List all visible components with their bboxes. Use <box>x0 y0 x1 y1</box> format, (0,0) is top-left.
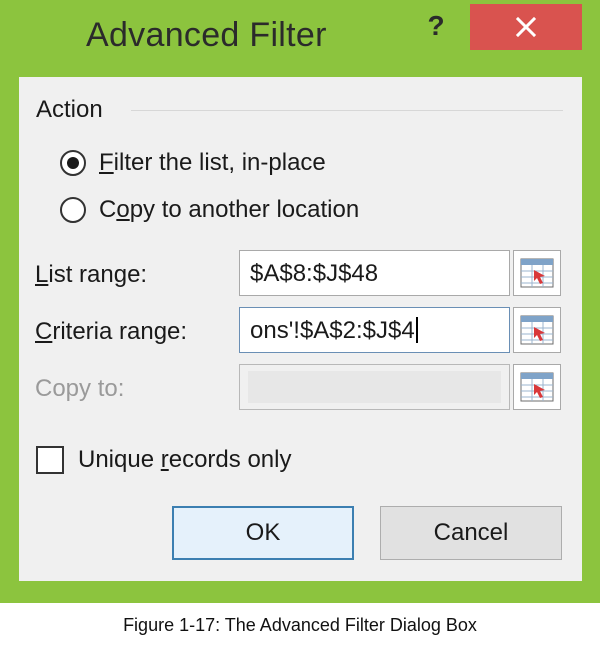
list-range-picker-button[interactable] <box>513 250 561 296</box>
copy-to-location-radio[interactable] <box>60 197 86 223</box>
criteria-range-label: Criteria range: <box>35 318 188 345</box>
figure-caption: Figure 1-17: The Advanced Filter Dialog … <box>123 615 477 635</box>
filter-in-place-radio[interactable] <box>60 150 86 176</box>
dialog-title: Advanced Filter <box>86 16 327 54</box>
unique-records-checkbox[interactable] <box>36 446 64 474</box>
action-group-label: Action <box>36 96 103 123</box>
range-select-icon <box>520 315 554 345</box>
copy-to-input[interactable] <box>239 364 510 410</box>
range-select-icon <box>520 372 554 402</box>
ok-button[interactable]: OK <box>172 506 354 560</box>
criteria-range-value: ons'!$A$2:$J$4 <box>250 317 418 345</box>
range-select-icon <box>520 258 554 288</box>
advanced-filter-dialog: Advanced Filter ? Action Filter the list… <box>0 0 600 603</box>
filter-in-place-label[interactable]: Filter the list, in-place <box>99 149 326 177</box>
list-range-input[interactable]: $A$8:$J$48 <box>239 250 510 296</box>
copy-to-picker-button[interactable] <box>513 364 561 410</box>
copy-to-input-fill <box>248 371 501 403</box>
copy-to-label: Copy to: <box>35 375 125 402</box>
criteria-range-input[interactable]: ons'!$A$2:$J$4 <box>239 307 510 353</box>
close-icon <box>515 16 537 38</box>
list-range-label: List range: <box>35 261 148 288</box>
radio-selected-dot <box>67 157 79 169</box>
cancel-button[interactable]: Cancel <box>380 506 562 560</box>
copy-to-location-label[interactable]: Copy to another location <box>99 196 359 224</box>
text-caret <box>415 317 418 343</box>
list-range-value: $A$8:$J$48 <box>250 260 379 287</box>
unique-records-label[interactable]: Unique records only <box>78 446 291 474</box>
action-group-divider <box>131 110 563 111</box>
close-button[interactable] <box>470 4 582 50</box>
help-button[interactable]: ? <box>410 0 462 52</box>
criteria-range-picker-button[interactable] <box>513 307 561 353</box>
dialog-body: Action Filter the list, in-place Copy to… <box>19 77 582 581</box>
